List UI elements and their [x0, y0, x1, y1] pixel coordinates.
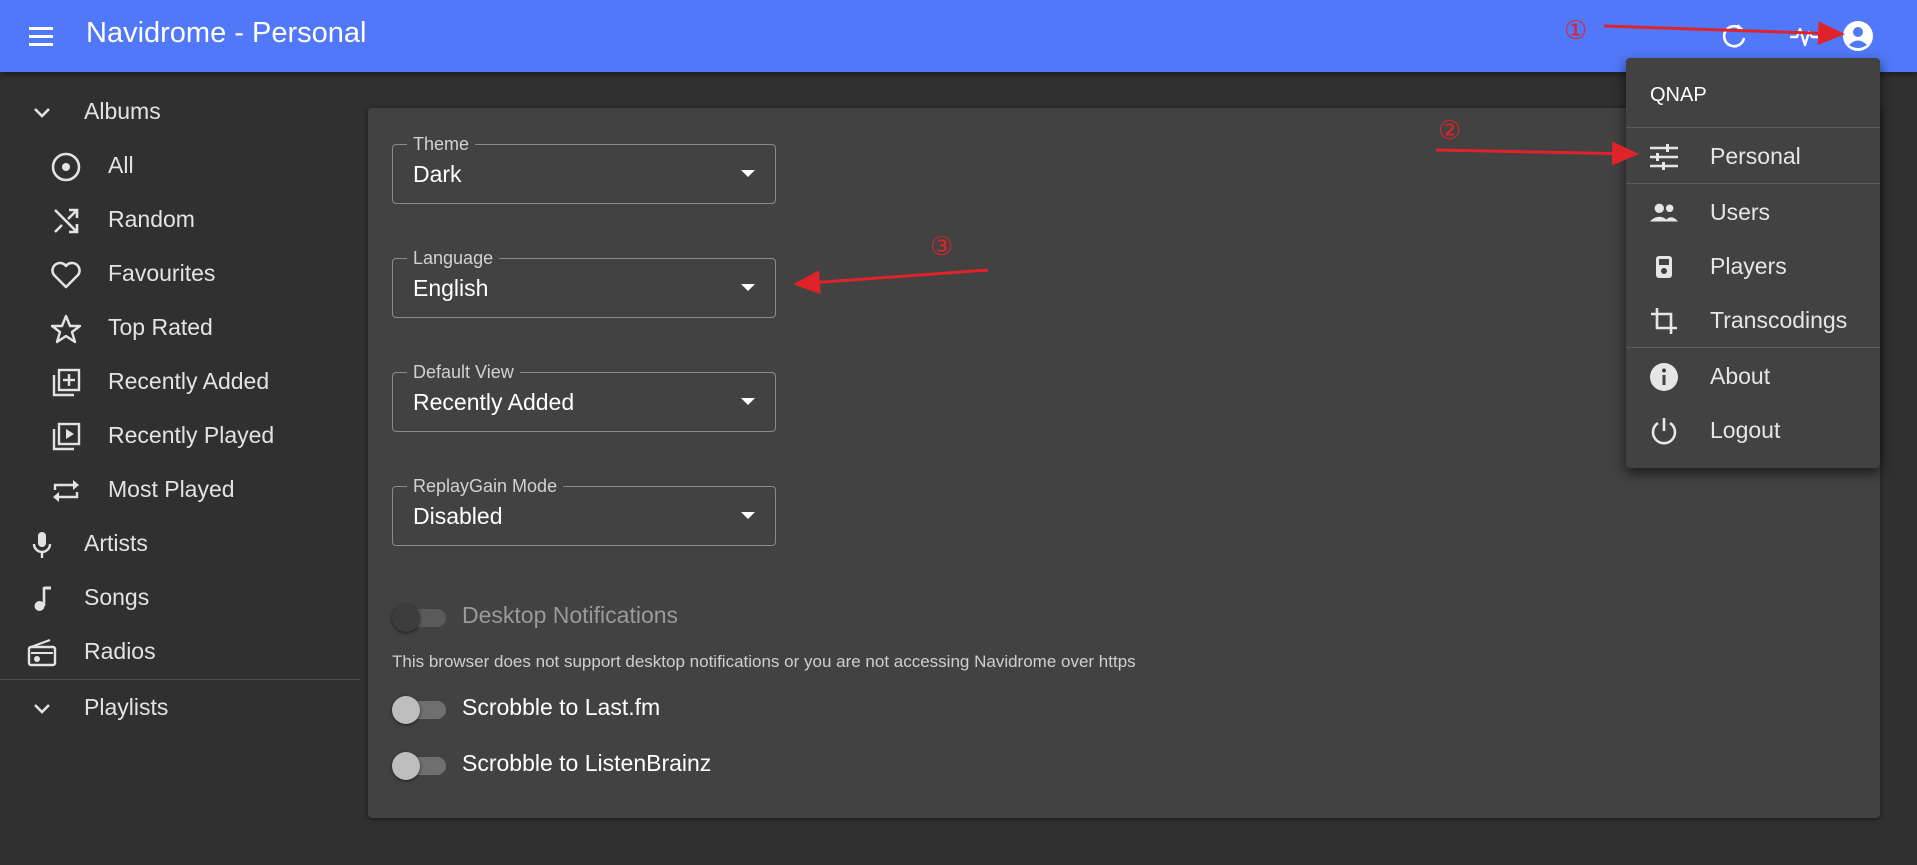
annotation-step-1: ① — [1564, 16, 1588, 46]
annotation-step-2: ② — [1438, 116, 1462, 146]
annotation-arrows — [793, 21, 1845, 295]
annotation-step-3: ③ — [930, 232, 954, 262]
